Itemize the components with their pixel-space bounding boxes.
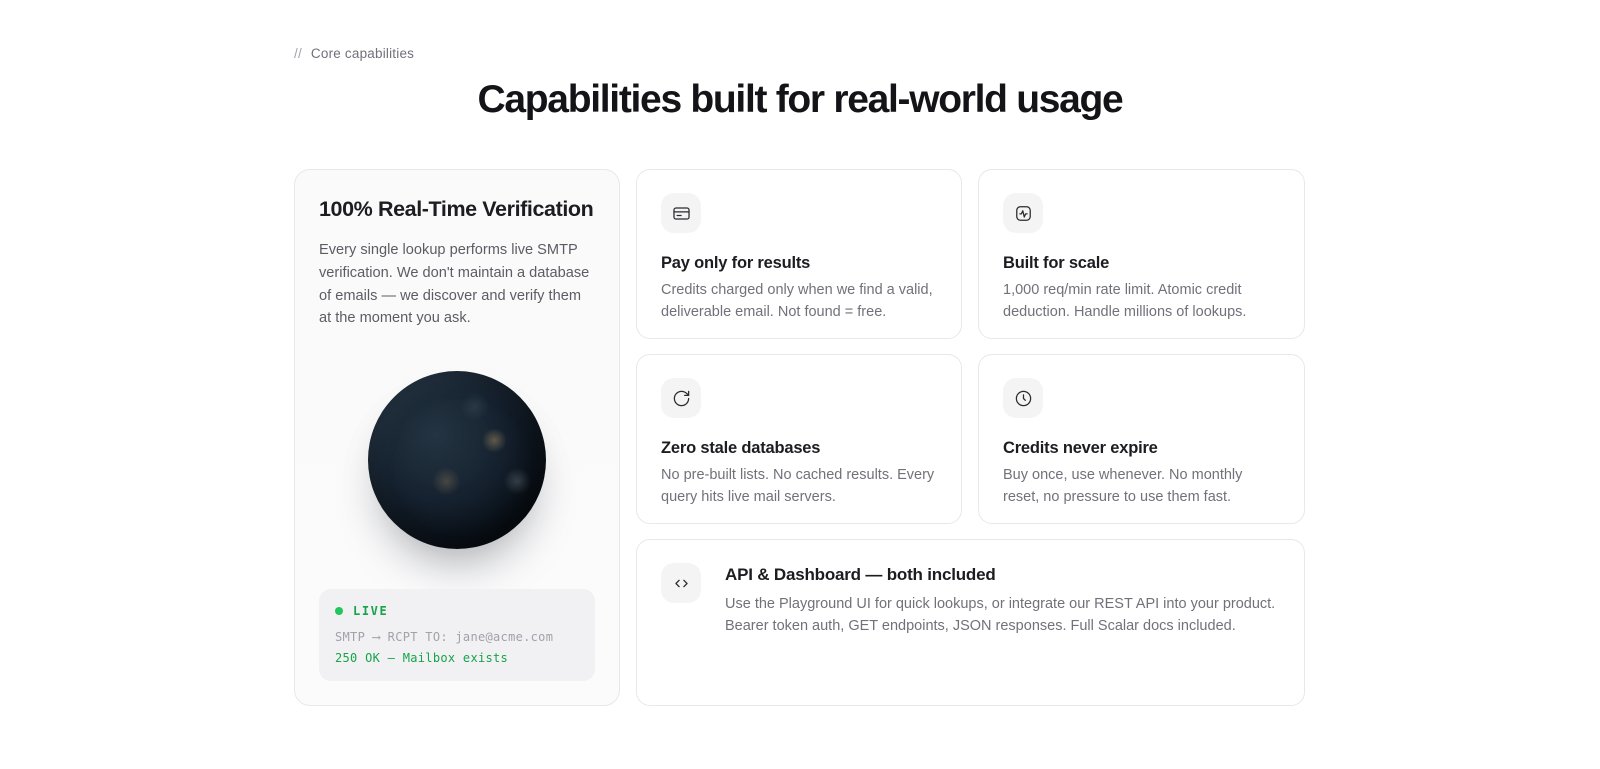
wide-card-title: API & Dashboard — both included xyxy=(725,565,1280,585)
breadcrumb-slashes: // xyxy=(294,46,302,61)
feature-card-pay-only-for-results: Pay only for results Credits charged onl… xyxy=(636,169,962,339)
code-icon xyxy=(661,563,701,603)
hero-card-realtime-verification: 100% Real-Time Verification Every single… xyxy=(294,169,620,706)
feature-title: Zero stale databases xyxy=(661,439,937,458)
capabilities-section: // Core capabilities Capabilities built … xyxy=(294,0,1306,706)
earth-image-wrap xyxy=(319,330,595,589)
hero-card-title: 100% Real-Time Verification xyxy=(319,197,595,222)
live-dot-icon xyxy=(335,607,343,615)
breadcrumb-label: Core capabilities xyxy=(311,46,414,61)
feature-description: Buy once, use whenever. No monthly reset… xyxy=(1003,465,1280,509)
refresh-icon xyxy=(661,378,701,418)
wide-card-text: API & Dashboard — both included Use the … xyxy=(725,563,1280,638)
feature-title: Credits never expire xyxy=(1003,439,1280,458)
feature-card-zero-stale-databases: Zero stale databases No pre-built lists.… xyxy=(636,354,962,524)
activity-chart-icon xyxy=(1003,193,1043,233)
capabilities-grid: 100% Real-Time Verification Every single… xyxy=(294,169,1306,706)
feature-title: Built for scale xyxy=(1003,254,1280,273)
clock-icon xyxy=(1003,378,1043,418)
smtp-response-line: 250 OK — Mailbox exists xyxy=(335,651,579,665)
earth-globe-image xyxy=(368,371,546,549)
wide-card-api-dashboard: API & Dashboard — both included Use the … xyxy=(636,539,1305,706)
feature-title: Pay only for results xyxy=(661,254,937,273)
live-status-badge: LIVE xyxy=(335,604,579,618)
feature-card-credits-never-expire: Credits never expire Buy once, use whene… xyxy=(978,354,1305,524)
credit-card-icon xyxy=(661,193,701,233)
feature-card-built-for-scale: Built for scale 1,000 req/min rate limit… xyxy=(978,169,1305,339)
hero-card-description: Every single lookup performs live SMTP v… xyxy=(319,239,595,330)
page-title: Capabilities built for real-world usage xyxy=(294,78,1306,122)
feature-description: 1,000 req/min rate limit. Atomic credit … xyxy=(1003,280,1280,324)
wide-card-description: Use the Playground UI for quick lookups,… xyxy=(725,593,1280,638)
feature-description: No pre-built lists. No cached results. E… xyxy=(661,465,937,509)
live-status-label: LIVE xyxy=(353,604,388,618)
feature-description: Credits charged only when we find a vali… xyxy=(661,280,937,324)
smtp-request-line: SMTP ⟶ RCPT TO: jane@acme.com xyxy=(335,630,579,644)
breadcrumb: // Core capabilities xyxy=(294,46,1306,61)
smtp-terminal: LIVE SMTP ⟶ RCPT TO: jane@acme.com 250 O… xyxy=(319,589,595,681)
